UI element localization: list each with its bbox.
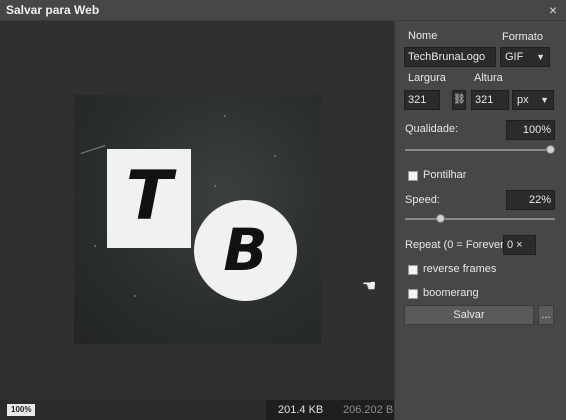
- status-bar: 100% 201.4 KB 206.202 B: [0, 400, 394, 420]
- logo-tile-b: B: [194, 200, 297, 301]
- logo-letter-t: T: [125, 157, 173, 236]
- speed-label: Speed:: [405, 194, 440, 206]
- width-label: Largura: [408, 72, 446, 84]
- dialog-titlebar: Salvar para Web ×: [0, 0, 566, 21]
- format-select[interactable]: GIF ▼: [500, 47, 550, 67]
- dialog-title: Salvar para Web: [6, 3, 100, 17]
- chain-link-icon[interactable]: ⛓: [452, 90, 466, 110]
- close-icon[interactable]: ×: [549, 2, 557, 18]
- logo-tile-t: T: [107, 149, 191, 248]
- background-star: [224, 115, 226, 117]
- background-star: [134, 295, 136, 297]
- quality-label: Qualidade:: [405, 123, 459, 135]
- preview-image: T B: [74, 95, 321, 344]
- background-streak: [80, 145, 106, 154]
- unit-select[interactable]: px ▼: [512, 90, 554, 110]
- background-star: [94, 245, 96, 247]
- dither-checkbox[interactable]: [408, 171, 418, 181]
- height-label: Altura: [474, 72, 503, 84]
- format-value: GIF: [505, 51, 524, 63]
- dither-label: Pontilhar: [423, 169, 467, 181]
- background-star: [274, 155, 276, 157]
- boomerang-label: boomerang: [423, 287, 479, 299]
- file-size-box: 201.4 KB 206.202 B: [266, 400, 394, 420]
- quality-slider-handle[interactable]: [546, 145, 555, 154]
- boomerang-checkbox[interactable]: [408, 289, 418, 299]
- width-input[interactable]: 321: [404, 90, 440, 110]
- speed-slider-handle[interactable]: [436, 214, 446, 223]
- zoom-level[interactable]: 100%: [7, 404, 36, 416]
- repeat-label: Repeat (0 = Forever):: [405, 239, 511, 251]
- logo-letter-b: B: [223, 216, 268, 284]
- chevron-down-icon: ▼: [540, 95, 549, 105]
- file-size-kb: 201.4 KB: [278, 404, 324, 416]
- quality-slider[interactable]: [405, 145, 555, 154]
- unit-value: px: [517, 94, 529, 106]
- preview-area: T B ☚: [0, 21, 394, 400]
- quality-input[interactable]: 100%: [506, 120, 555, 140]
- speed-input[interactable]: 22%: [506, 190, 555, 210]
- name-input[interactable]: TechBrunaLogo: [404, 47, 496, 67]
- reverse-frames-label: reverse frames: [423, 263, 497, 275]
- reverse-frames-checkbox[interactable]: [408, 265, 418, 275]
- speed-slider[interactable]: [405, 214, 555, 223]
- name-label: Nome: [408, 30, 438, 42]
- background-star: [214, 185, 216, 187]
- height-input[interactable]: 321: [471, 90, 509, 110]
- settings-panel: Nome Formato TechBrunaLogo GIF ▼ Largura…: [394, 21, 566, 420]
- hand-cursor-icon: ☚: [362, 278, 377, 295]
- save-button[interactable]: Salvar: [404, 305, 534, 325]
- chevron-down-icon: ▼: [536, 52, 545, 62]
- repeat-input[interactable]: 0 ×: [503, 235, 536, 255]
- format-label: Formato: [502, 31, 543, 43]
- more-options-button[interactable]: ...: [538, 305, 554, 325]
- file-size-bytes: 206.202 B: [343, 404, 394, 416]
